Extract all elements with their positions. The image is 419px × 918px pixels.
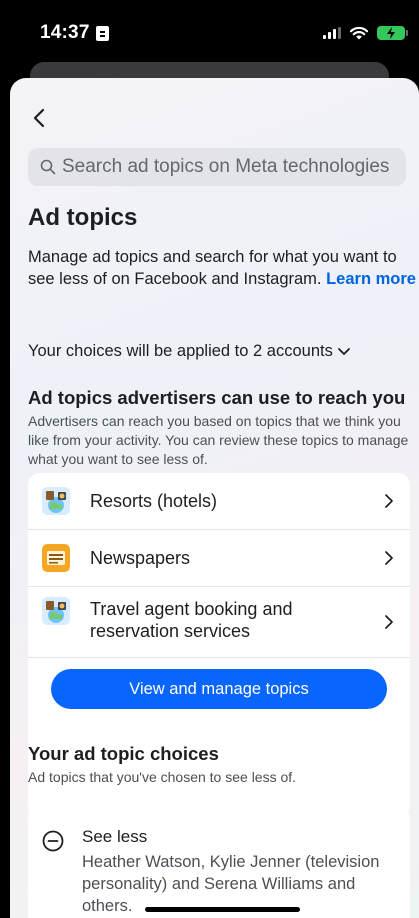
home-indicator [145, 907, 300, 912]
back-chevron-icon[interactable] [30, 106, 50, 130]
search-input[interactable] [62, 156, 392, 178]
chevron-right-icon [385, 494, 393, 508]
advertiser-section-description: Advertisers can reach you based on topic… [28, 413, 409, 467]
ad-topics-sheet: Ad topics Manage ad topics and search fo… [10, 78, 419, 918]
travel-icon [42, 597, 70, 625]
search-bar[interactable] [28, 148, 406, 186]
status-bar: 14:37 [0, 0, 419, 62]
id-card-icon [95, 25, 109, 41]
search-icon [40, 159, 56, 175]
topic-row[interactable]: Travel agent booking and reservation ser… [28, 587, 410, 657]
divider [28, 657, 410, 658]
topic-label: Travel agent booking and reservation ser… [90, 599, 293, 641]
page-title: Ad topics [28, 204, 138, 231]
minus-circle-icon [42, 830, 64, 852]
cellular-signal-icon [323, 27, 341, 39]
topic-label: Resorts (hotels) [90, 491, 218, 511]
chevron-right-icon [385, 551, 393, 565]
view-manage-topics-button[interactable]: View and manage topics [51, 669, 387, 709]
status-time-group: 14:37 [40, 22, 109, 44]
topic-row[interactable]: Resorts (hotels) [28, 473, 410, 529]
learn-more-link[interactable]: Learn more [326, 270, 416, 288]
wifi-icon [349, 26, 369, 40]
see-less-card[interactable]: See less Heather Watson, Kylie Jenner (t… [28, 806, 410, 918]
topic-label: Newspapers [90, 548, 191, 568]
status-time: 14:37 [40, 22, 90, 43]
status-indicators [323, 26, 408, 40]
newspaper-icon [42, 544, 70, 572]
choices-section-title: Your ad topic choices [28, 743, 219, 764]
topic-row[interactable]: Newspapers [28, 530, 410, 586]
chevron-right-icon [385, 615, 393, 629]
accounts-text: Your choices will be applied to 2 accoun… [28, 342, 333, 360]
battery-charging-icon [377, 26, 408, 40]
see-less-title: See less [82, 827, 148, 846]
accounts-selector[interactable]: Your choices will be applied to 2 accoun… [28, 342, 351, 361]
choices-section-description: Ad topics that you've chosen to see less… [28, 769, 297, 785]
intro-text: Manage ad topics and search for what you… [28, 246, 418, 290]
chevron-down-icon [337, 347, 350, 355]
advertiser-section-title: Ad topics advertisers can use to reach y… [28, 387, 406, 408]
travel-icon [42, 487, 70, 515]
